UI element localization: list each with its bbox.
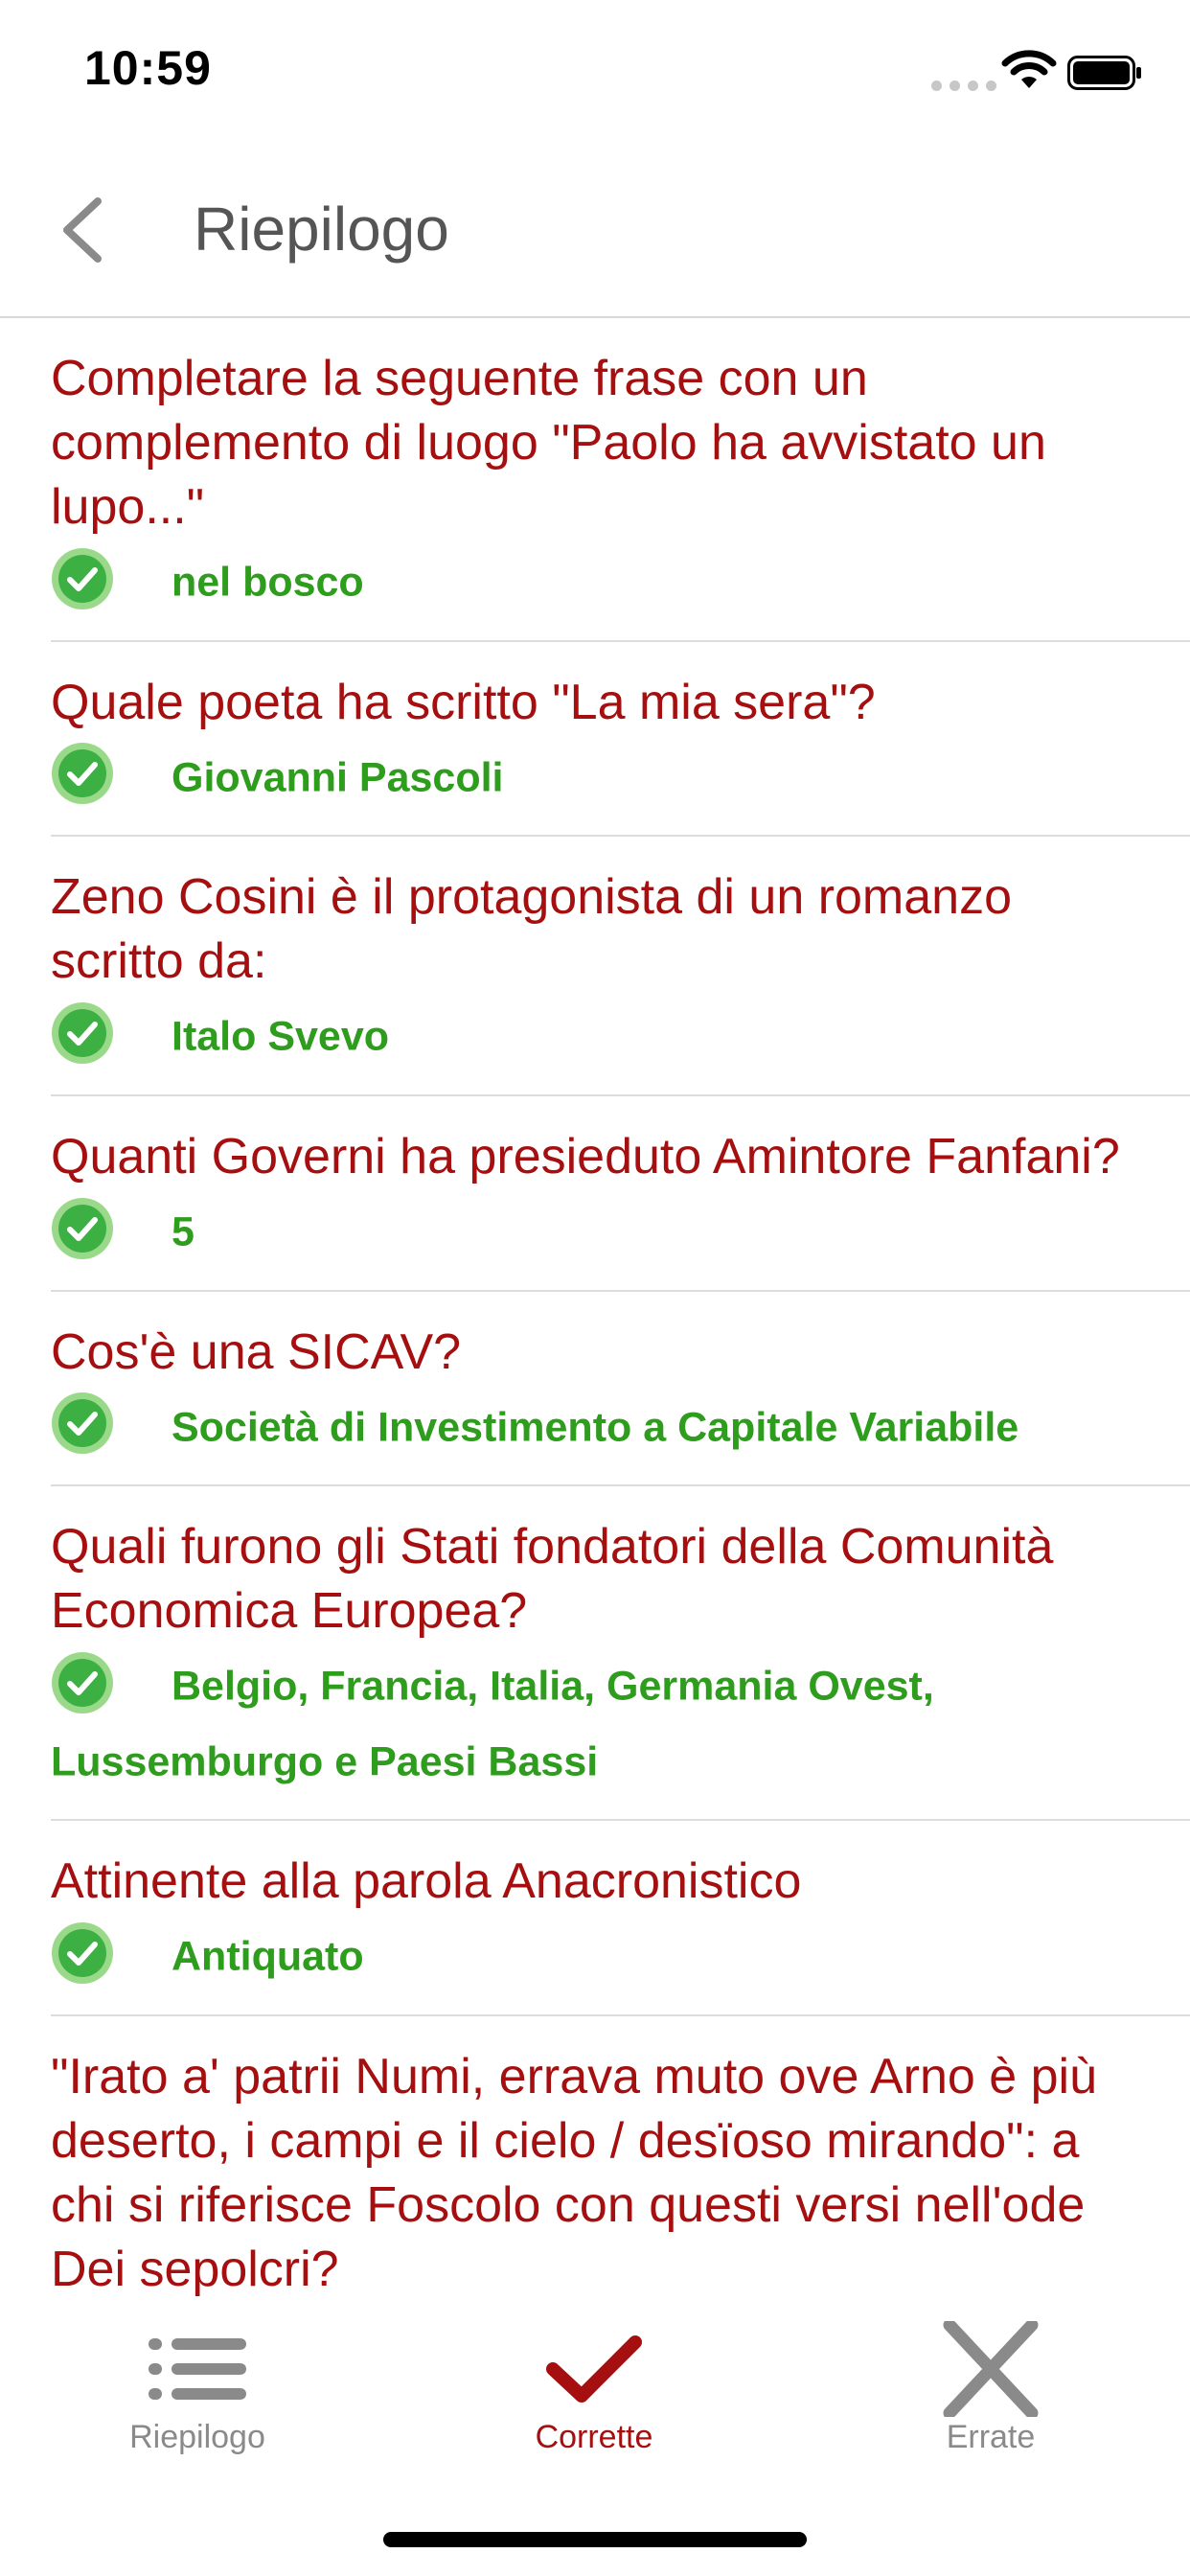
list-item: Completare la seguente frase con un comp… [51, 318, 1190, 642]
answers-list[interactable]: Completare la seguente frase con un comp… [0, 318, 1190, 2302]
answer-text: 5 [172, 1208, 195, 1255]
question-text: Quale poeta ha scritto "La mia sera"? [51, 674, 876, 730]
answer-text: Giovanni Pascoli [172, 754, 504, 801]
answer-row: 5 [51, 1193, 1190, 1269]
page-title: Riepilogo [194, 195, 449, 264]
tab-corrette[interactable]: Corrette [450, 2302, 738, 2494]
back-chevron-icon[interactable] [48, 192, 125, 268]
question-text: Quali furono gli Stati fondatori della C… [51, 1519, 1054, 1640]
correct-check-icon [52, 1651, 113, 1714]
home-indicator[interactable] [383, 2532, 807, 2547]
tab-label: Riepilogo [129, 2419, 265, 2455]
status-bar: 10:59 [0, 0, 1190, 134]
answer-row: Giovanni Pascoli [51, 739, 1190, 815]
x-icon [943, 2321, 1039, 2417]
question-text: "Irato a' patrii Numi, errava muto ove A… [51, 2049, 1097, 2298]
correct-check-icon [52, 1392, 113, 1455]
status-time: 10:59 [84, 41, 212, 95]
tab-label: Corrette [535, 2419, 653, 2455]
correct-check-icon [52, 1197, 113, 1259]
list-icon [149, 2338, 246, 2400]
tab-label: Errate [946, 2419, 1036, 2455]
tab-riepilogo[interactable]: Riepilogo [54, 2302, 341, 2494]
question-text: Zeno Cosini è il protagonista di un roma… [51, 869, 1013, 990]
tab-errate[interactable]: Errate [847, 2302, 1134, 2494]
question-text: Completare la seguente frase con un comp… [51, 351, 1046, 535]
answer-row: nel bosco [51, 543, 1190, 619]
answer-row: Società di Investimento a Capitale Varia… [51, 1389, 1190, 1464]
list-item: Cos'è una SICAV? Società di Investimento… [51, 1292, 1190, 1487]
correct-check-icon [52, 743, 113, 805]
answer-text: Società di Investimento a Capitale Varia… [172, 1404, 1019, 1451]
question-text: Quanti Governi ha presieduto Amintore Fa… [51, 1128, 1120, 1184]
navigation-bar: Riepilogo [0, 153, 1190, 318]
correct-check-icon [52, 547, 113, 610]
question-text: Cos'è una SICAV? [51, 1323, 462, 1380]
answer-text: Antiquato [172, 1934, 364, 1981]
list-item: "Irato a' patrii Numi, errava muto ove A… [51, 2016, 1190, 2302]
list-item: Zeno Cosini è il protagonista di un roma… [51, 837, 1190, 1096]
correct-check-icon [52, 1922, 113, 1985]
correct-check-icon [52, 1001, 113, 1064]
wifi-icon [1001, 50, 1057, 88]
list-item: Quanti Governi ha presieduto Amintore Fa… [51, 1096, 1190, 1292]
answer-text: Belgio, Francia, Italia, Germania Ovest,… [51, 1663, 934, 1785]
answer-text: Italo Svevo [172, 1013, 390, 1060]
list-item: Attinente alla parola Anacronistico Anti… [51, 1821, 1190, 2017]
answer-text: nel bosco [172, 559, 364, 606]
list-item: Quali furono gli Stati fondatori della C… [51, 1486, 1190, 1822]
answer-row: Belgio, Francia, Italia, Germania Ovest,… [51, 1647, 1190, 1798]
answer-row: Italo Svevo [51, 998, 1190, 1073]
cellular-signal-icon [931, 80, 996, 91]
battery-icon [1067, 56, 1141, 90]
answer-row: Antiquato [51, 1918, 1190, 1993]
list-item: Quale poeta ha scritto "La mia sera"? Gi… [51, 642, 1190, 838]
checkmark-icon [546, 2335, 642, 2403]
question-text: Attinente alla parola Anacronistico [51, 1853, 802, 1910]
